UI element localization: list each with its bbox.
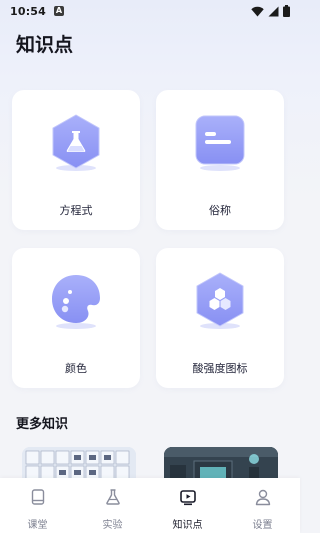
flask-hexagon-icon <box>52 114 100 171</box>
palette-icon <box>52 275 100 329</box>
status-icons <box>251 5 290 17</box>
card-label-common-names: 俗称 <box>209 204 231 217</box>
card-acid-strength[interactable]: 酸强度图标 <box>156 248 284 388</box>
card-label-colors: 颜色 <box>65 362 87 375</box>
notification-badge: A <box>54 6 65 16</box>
signal-icon <box>268 6 279 16</box>
tab-knowledge[interactable]: 知识点 <box>150 478 225 533</box>
document-lines-icon <box>195 115 245 171</box>
card-label-equations: 方程式 <box>59 204 93 217</box>
card-colors[interactable]: 颜色 <box>12 248 140 388</box>
page-title: 知识点 <box>16 34 74 56</box>
tab-label-experiment: 实验 <box>102 520 123 531</box>
play-screen-icon <box>179 490 196 506</box>
user-icon <box>255 489 270 506</box>
tab-label-knowledge: 知识点 <box>172 520 203 531</box>
section-title-more: 更多知识 <box>16 417 69 432</box>
flask-icon <box>105 489 120 505</box>
tab-settings[interactable]: 设置 <box>225 478 300 533</box>
tab-classroom[interactable]: 课堂 <box>0 478 75 533</box>
status-time: 10:54 <box>10 4 47 18</box>
tab-label-settings: 设置 <box>252 520 273 531</box>
bottom-tab-bar: 课堂 实验 知识点 设置 <box>0 478 300 533</box>
card-common-names[interactable]: 俗称 <box>156 90 284 230</box>
hexagon-cluster-icon <box>196 272 244 329</box>
battery-icon <box>283 5 290 17</box>
card-equations[interactable]: 方程式 <box>12 90 140 230</box>
card-label-acid-strength: 酸强度图标 <box>192 362 248 375</box>
tab-label-classroom: 课堂 <box>27 520 48 531</box>
tab-experiment[interactable]: 实验 <box>75 478 150 533</box>
wifi-icon <box>251 6 264 16</box>
status-bar: 10:54 A <box>0 0 300 22</box>
book-icon <box>31 489 44 505</box>
